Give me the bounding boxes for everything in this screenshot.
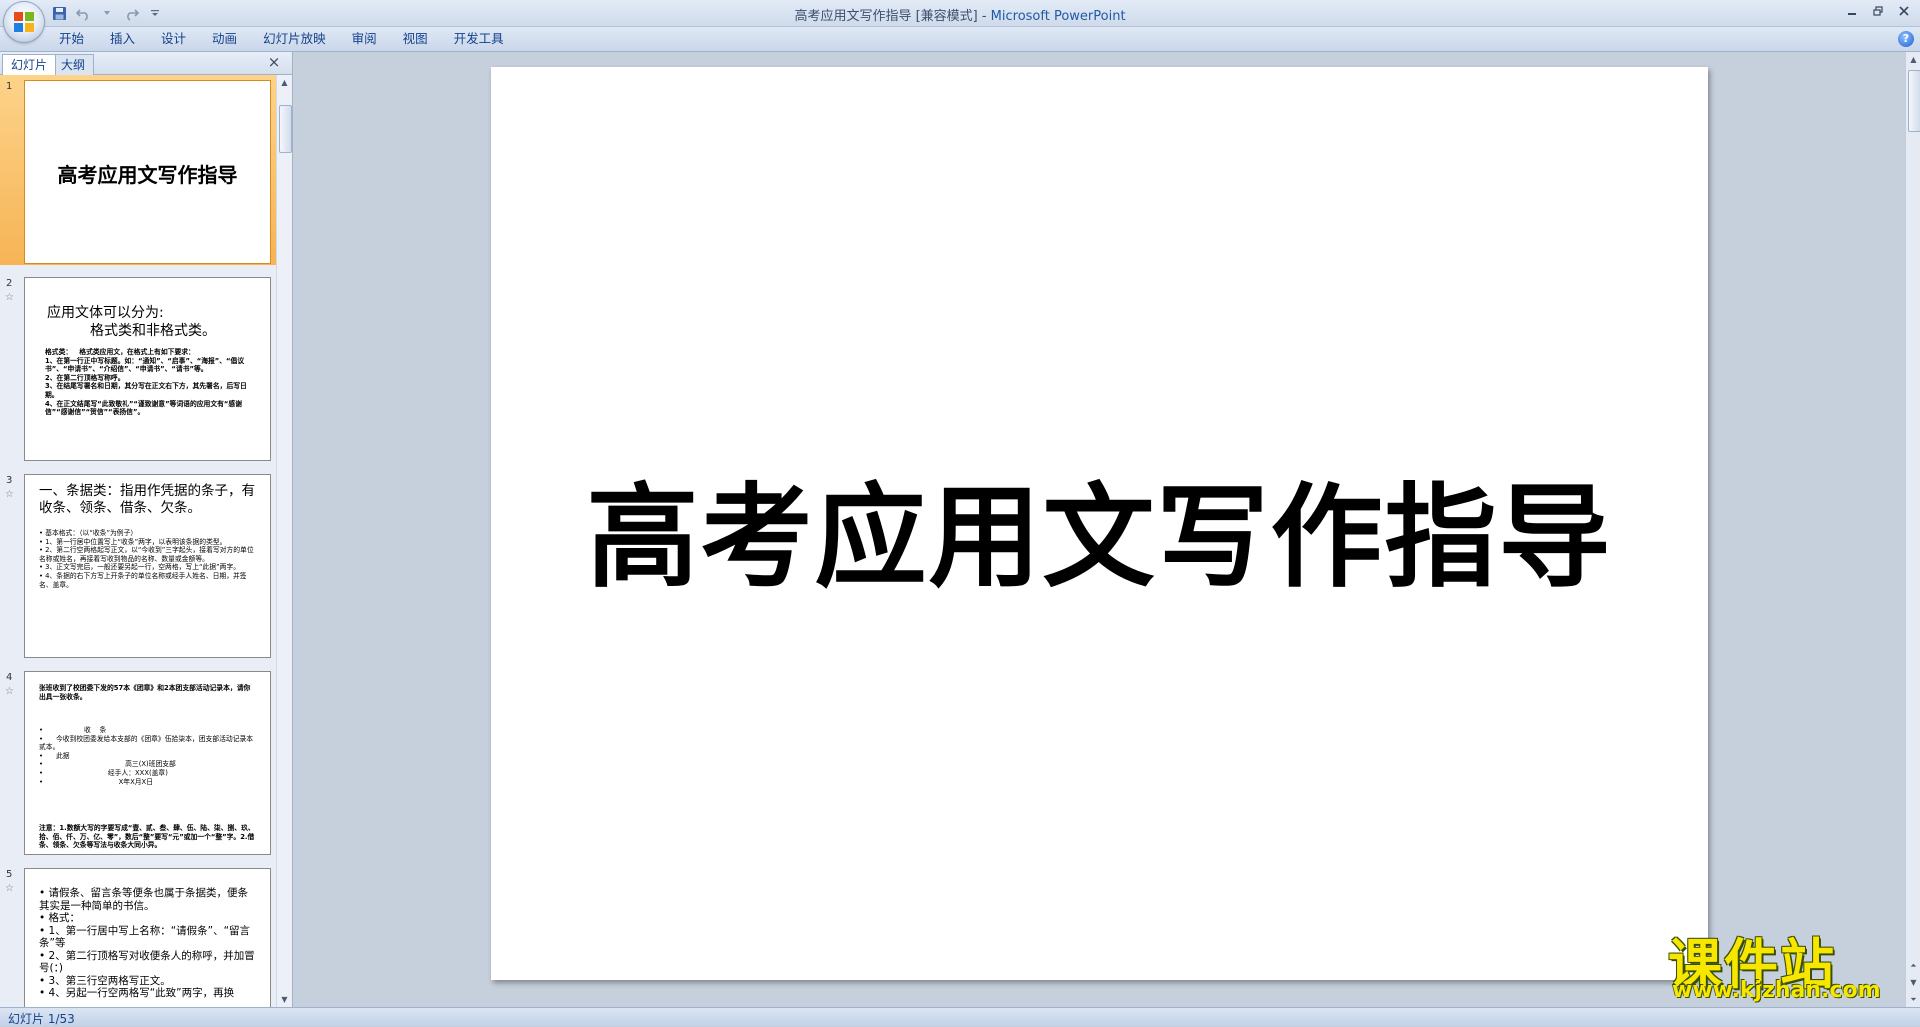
restore-icon	[1873, 6, 1883, 16]
minimize-icon	[1848, 13, 1856, 15]
thumbnail-line: • 3、第三行空两格写正文。	[39, 974, 171, 987]
tab-review[interactable]: 审阅	[339, 27, 390, 51]
pane-tabs: 幻灯片 大纲 ×	[0, 52, 292, 75]
animation-star-icon: ☆	[5, 686, 14, 697]
slide-thumbnail-3[interactable]: 一、条据类：指用作凭据的条子，有收条、领条、借条、欠条。 • 基本格式：（以“收…	[24, 474, 271, 658]
slide-title-text[interactable]: 高考应用文写作指导	[491, 447, 1708, 609]
tab-home[interactable]: 开始	[46, 27, 97, 51]
thumbnail-line: 4、在正文结尾写“此致敬礼”“谨致谢意”等词语的应用文有“感谢信”“感谢信”“贺…	[45, 399, 242, 417]
scroll-up-icon[interactable]: ▲	[1906, 52, 1920, 67]
thumbnail-body: • 请假条、留言条等便条也属于条据类，便条其实是一种简单的书信。 • 格式： •…	[39, 887, 258, 1000]
thumbnail-line: • 今收到校团委发给本支部的《团章》伍拾柒本，团支部活动记录本贰本。	[39, 734, 254, 752]
thumbnail-line: • 收 条	[39, 726, 107, 734]
animation-star-icon: ☆	[5, 292, 14, 303]
scroll-up-icon[interactable]: ▲	[277, 75, 292, 90]
help-button[interactable]: ?	[1898, 31, 1914, 47]
tab-animations[interactable]: 动画	[199, 27, 250, 51]
slide-thumbnail-4[interactable]: 张班收到了校团委下发的57本《团章》和2本团支部活动记录本，请你出具一张收条。 …	[24, 671, 271, 855]
tab-developer[interactable]: 开发工具	[441, 27, 517, 51]
scroll-down-icon[interactable]: ▼	[277, 992, 292, 1007]
app-name: Microsoft PowerPoint	[990, 9, 1126, 24]
slide-number: 1	[6, 81, 13, 92]
thumbnail-line: • 经手人：XXX(盖章)	[39, 768, 168, 777]
thumbnail-heading: 应用文体可以分为:	[47, 305, 164, 321]
tab-slides[interactable]: 幻灯片	[2, 54, 57, 75]
slide-number: 4	[6, 672, 13, 683]
slide-thumbnail-list: 1 高考应用文写作指导 2 ☆ 应用文体可以分为: 格式类和非格式类。 格式类：…	[0, 75, 276, 1007]
document-title: 高考应用文写作指导 [兼容模式] -	[794, 9, 991, 24]
watermark-logo: 课件站 www.kjzhan.com	[1668, 920, 1900, 1005]
thumbnail-note: 注意：1.数额大写的字要写成“壹、贰、叁、肆、伍、陆、柒、捌、玖、拾、佰、仟、万…	[39, 824, 255, 850]
current-slide[interactable]: 高考应用文写作指导	[491, 67, 1708, 980]
thumbnail-row-5[interactable]: 5 ☆ • 请假条、留言条等便条也属于条据类，便条其实是一种简单的书信。 • 格…	[0, 863, 276, 1007]
thumbnail-line: • 3、正文写完后，一般还要另起一行，空两格，写上“此据”两字。	[39, 563, 241, 572]
thumbnail-line: • 2、第二行顶格写对收便条人的称呼，并加冒号(：)	[39, 949, 255, 975]
close-button[interactable]	[1892, 2, 1916, 20]
tab-slide-show[interactable]: 幻灯片放映	[250, 27, 339, 51]
thumbnail-line: • 1、第一行居中位置写上“收条”两字，以表明该条据的类型。	[39, 537, 227, 546]
thumbnail-body: • 收 条 • 今收到校团委发给本支部的《团章》伍拾柒本，团支部活动记录本贰本。…	[39, 726, 256, 786]
slide-thumbnail-2[interactable]: 应用文体可以分为: 格式类和非格式类。 格式类： 格式类应用文，在格式上有如下要…	[24, 277, 271, 461]
thumbnail-row-4[interactable]: 4 ☆ 张班收到了校团委下发的57本《团章》和2本团支部活动记录本，请你出具一张…	[0, 666, 276, 856]
slide-number: 5	[6, 869, 13, 880]
thumbnail-line: • 请假条、留言条等便条也属于条据类，便条其实是一种简单的书信。	[39, 887, 249, 912]
thumbnail-line: 格式类： 格式类应用文，在格式上有如下要求：	[45, 348, 195, 356]
close-icon	[1899, 6, 1909, 16]
slide-thumbnail-1[interactable]: 高考应用文写作指导	[24, 80, 271, 264]
thumbnail-title: 张班收到了校团委下发的57本《团章》和2本团支部活动记录本，请你出具一张收条。	[39, 684, 251, 701]
thumbnail-title: 高考应用文写作指导	[57, 163, 238, 187]
restore-button[interactable]	[1866, 2, 1890, 20]
watermark-url: www.kjzhan.com	[1672, 978, 1881, 1003]
office-logo-icon	[14, 12, 34, 32]
thumbnail-line: 3、在结尾写署名和日期，其分写在正文右下方，其先署名，后写日期。	[45, 382, 247, 399]
thumbnail-scrollbar[interactable]: ▲ ▼	[276, 75, 292, 1007]
thumbnail-line: • 2、第二行空两格起写正文，以“今收到”三字起头，接着写对方的单位名称或姓名，…	[39, 546, 254, 563]
thumbnail-line: • 基本格式：（以“收条”为例子）	[39, 529, 138, 537]
thumbnail-line: • 高三(X)班团支部	[39, 760, 176, 769]
tab-insert[interactable]: 插入	[97, 27, 148, 51]
slide-thumbnail-5[interactable]: • 请假条、留言条等便条也属于条据类，便条其实是一种简单的书信。 • 格式： •…	[24, 868, 271, 1007]
tab-outline[interactable]: 大纲	[52, 54, 95, 75]
thumbnail-title: 一、条据类：指用作凭据的条子，有收条、领条、借条、欠条。	[39, 483, 255, 516]
tab-design[interactable]: 设计	[148, 27, 199, 51]
thumbnail-line: 1、在第一行正中写标题。如：“通知”、“启事”、“海报”、“倡议书”、“申请书”…	[45, 356, 245, 374]
status-bar: 幻灯片 1/53	[0, 1007, 1920, 1026]
minimize-button[interactable]	[1840, 2, 1864, 20]
window-controls	[1840, 2, 1916, 20]
animation-star-icon: ☆	[5, 489, 14, 500]
office-button[interactable]	[4, 2, 44, 42]
thumbnail-line: • 格式：	[39, 912, 81, 924]
animation-star-icon: ☆	[5, 883, 14, 894]
thumbnail-row-3[interactable]: 3 ☆ 一、条据类：指用作凭据的条子，有收条、领条、借条、欠条。 • 基本格式：…	[0, 469, 276, 659]
slide-counter: 幻灯片 1/53	[8, 1012, 75, 1026]
pane-close-button[interactable]: ×	[266, 54, 282, 70]
title-bar: 高考应用文写作指导 [兼容模式] - Microsoft PowerPoint	[0, 0, 1920, 27]
tab-view[interactable]: 视图	[390, 27, 441, 51]
thumbnail-row-1[interactable]: 1 高考应用文写作指导	[0, 75, 276, 265]
scrollbar-thumb[interactable]	[279, 105, 292, 153]
ribbon-tabs: 开始 插入 设计 动画 幻灯片放映 审阅 视图 开发工具	[46, 27, 517, 51]
thumbnail-line: • 4、另起一行空两格写“此致”两字，再换	[39, 987, 235, 999]
ribbon: 开始 插入 设计 动画 幻灯片放映 审阅 视图 开发工具 ?	[0, 27, 1920, 52]
thumbnail-line: • X年X月X日	[39, 777, 153, 786]
thumbnail-line: • 1、第一行居中写上名称：“请假条”、“留言条”等	[39, 924, 251, 950]
thumbnail-subheading: 格式类和非格式类。	[90, 323, 216, 339]
window-title: 高考应用文写作指导 [兼容模式] - Microsoft PowerPoint	[0, 5, 1920, 24]
slide-scrollbar[interactable]: ▲ ⏶ ▼ ⏷	[1905, 52, 1920, 1007]
thumbnail-row-2[interactable]: 2 ☆ 应用文体可以分为: 格式类和非格式类。 格式类： 格式类应用文，在格式上…	[0, 272, 276, 462]
next-slide-icon[interactable]: ⏷	[1906, 992, 1920, 1007]
slide-number: 2	[6, 278, 13, 289]
slides-pane: 幻灯片 大纲 × 1 高考应用文写作指导 2 ☆ 应用文体可以分为: 格式类和非…	[0, 52, 293, 1007]
slide-number: 3	[6, 475, 13, 486]
scrollbar-thumb[interactable]	[1908, 70, 1920, 132]
scroll-down-icon[interactable]: ▼	[1906, 975, 1920, 990]
previous-slide-icon[interactable]: ⏶	[1906, 958, 1920, 973]
slide-editing-area: 高考应用文写作指导	[293, 52, 1905, 1007]
thumbnail-body: • 基本格式：（以“收条”为例子） • 1、第一行居中位置写上“收条”两字，以表…	[39, 529, 256, 589]
thumbnail-line: • 4、条据的右下方写上开条子的单位名称或经手人姓名、日期，并签名、盖章。	[39, 571, 247, 589]
thumbnail-body: 格式类： 格式类应用文，在格式上有如下要求： 1、在第一行正中写标题。如：“通知…	[45, 348, 256, 417]
